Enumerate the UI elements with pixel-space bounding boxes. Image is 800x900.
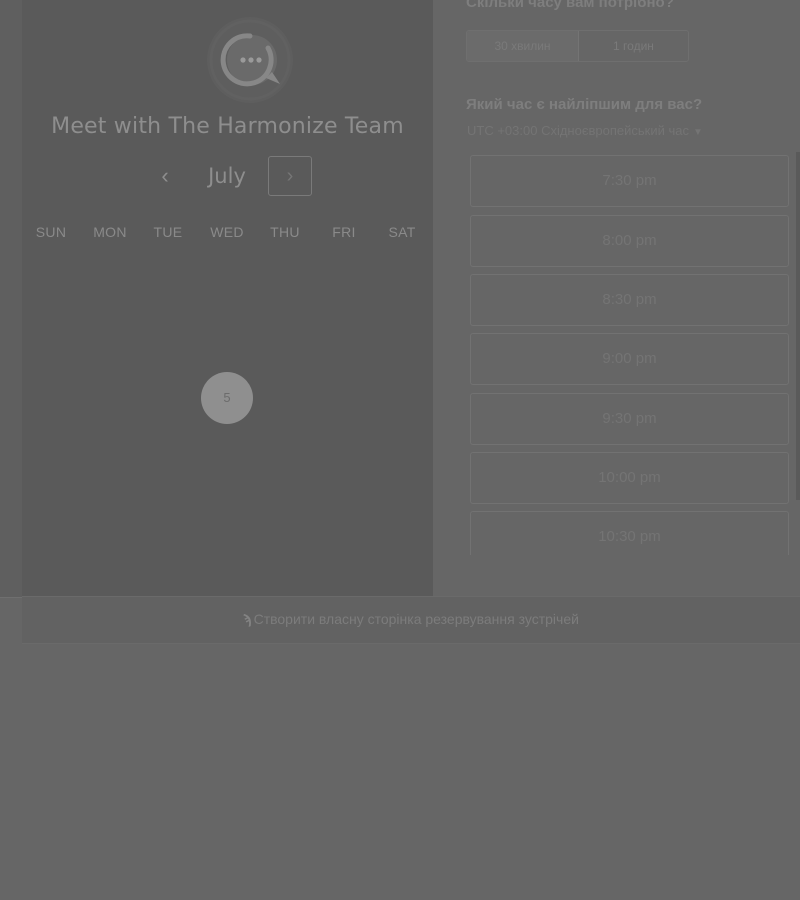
meeting-title: Meet with The Harmonize Team [51, 114, 404, 139]
weekday-wed: WED [210, 224, 244, 240]
time-slot[interactable]: 10:30 pm [470, 511, 789, 555]
calendar-day-5[interactable]: 5 [201, 372, 253, 424]
weekday-sun: SUN [35, 224, 67, 240]
duration-30-min-button[interactable]: 30 хвилин [467, 31, 579, 61]
weekday-thu: THU [270, 224, 300, 240]
time-slot[interactable]: 9:30 pm [470, 393, 789, 445]
duration-toggle: 30 хвилин 1 годин [466, 30, 689, 62]
weekday-header: SUN MON TUE WED THU FRI SAT [22, 224, 433, 244]
chat-bubble-icon [206, 16, 294, 104]
divider [0, 597, 22, 598]
duration-1-hour-button[interactable]: 1 годин [579, 31, 688, 61]
meetings-page: Meet with The Harmonize Team ‹ July › SU… [0, 0, 800, 900]
create-booking-page-link[interactable]: ϡ Створити власну сторінка резервування з… [22, 597, 800, 643]
hubspot-sprocket-icon: ϡ [243, 611, 252, 627]
duration-heading: Скільки часу вам потрібно? [466, 0, 674, 11]
weekday-tue: TUE [153, 224, 183, 240]
time-slot[interactable]: 7:30 pm [470, 155, 789, 207]
weekday-fri: FRI [332, 224, 356, 240]
calendar-panel: Meet with The Harmonize Team ‹ July › SU… [22, 0, 433, 596]
weekday-sat: SAT [388, 224, 416, 240]
previous-month-button[interactable]: ‹ [150, 156, 180, 196]
footer-link-text: Створити власну сторінка резервування зу… [253, 611, 579, 627]
month-navigation: ‹ July › [22, 156, 433, 198]
slots-scrollbar[interactable] [796, 152, 800, 500]
time-slot[interactable]: 8:00 pm [470, 215, 789, 267]
weekday-mon: MON [93, 224, 127, 240]
next-month-button[interactable]: › [268, 156, 312, 196]
time-heading: Який час є найліпшим для вас? [466, 96, 703, 113]
time-slot[interactable]: 9:00 pm [470, 333, 789, 385]
timezone-select[interactable]: UTC +03:00 Східноєвропейський час ▼ [467, 123, 703, 138]
month-label: July [208, 164, 246, 188]
footer-bar: ϡ Створити власну сторінка резервування з… [22, 596, 800, 644]
time-slot-list: 7:30 pm 8:00 pm 8:30 pm 9:00 pm 9:30 pm … [470, 155, 789, 555]
time-slot[interactable]: 8:30 pm [470, 274, 789, 326]
caret-down-icon: ▼ [692, 127, 703, 138]
timezone-label: UTC +03:00 Східноєвропейський час [467, 123, 689, 138]
left-background-strip [0, 0, 22, 598]
time-slot[interactable]: 10:00 pm [470, 452, 789, 504]
